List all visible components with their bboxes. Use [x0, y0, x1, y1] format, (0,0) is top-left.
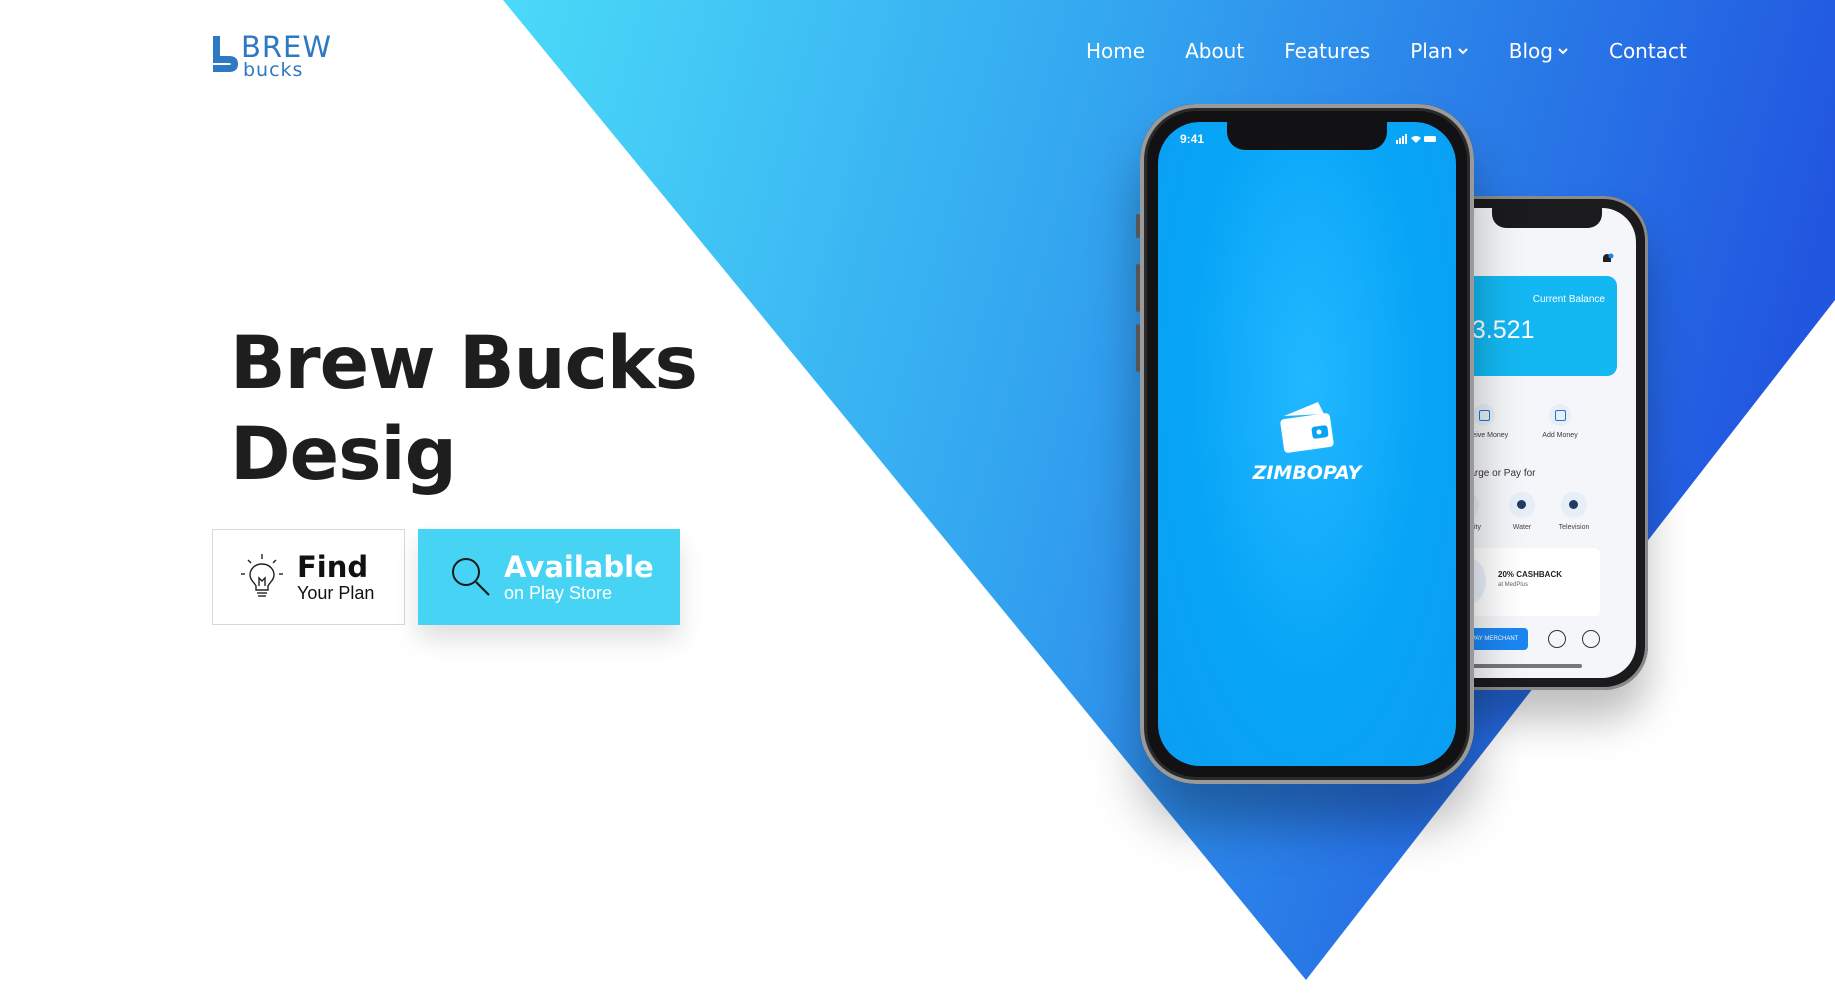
logo-mark-icon	[213, 36, 238, 72]
phone-mockup-front: 9:41 ZIMBOPAY	[1136, 104, 1474, 784]
search-icon	[452, 558, 490, 596]
nav-label: Plan	[1410, 39, 1453, 63]
bell-icon	[1603, 253, 1614, 262]
television-icon	[1561, 492, 1587, 518]
status-signal-icon	[1396, 134, 1436, 144]
nav-label: Contact	[1608, 39, 1687, 63]
hero-title-line2: Desig	[230, 412, 457, 497]
quick-action-label: Add Money	[1542, 432, 1578, 439]
brand-logo[interactable]: BREW bucks	[211, 30, 341, 81]
recharge-label: Television	[1558, 524, 1590, 531]
receive-money-icon	[1473, 404, 1495, 426]
phone-notch	[1492, 208, 1602, 228]
nav-item-about[interactable]: About	[1185, 39, 1244, 63]
nav-label: Blog	[1508, 39, 1553, 63]
nav-label: Home	[1086, 39, 1146, 63]
recharge-water: Water	[1497, 492, 1547, 531]
nav-item-features[interactable]: Features	[1284, 39, 1370, 63]
play-store-main: Available	[504, 550, 654, 584]
phone-side-button	[1136, 264, 1140, 312]
play-store-text: Available on Play Store	[504, 551, 654, 603]
recharge-label: Water	[1512, 524, 1532, 531]
add-money-icon	[1549, 404, 1571, 426]
home-indicator	[1462, 664, 1582, 668]
cashback-main: 20% CASHBACK	[1498, 570, 1563, 579]
account-icon	[1582, 630, 1600, 648]
phone-notch	[1227, 122, 1387, 150]
hero-title: Brew Bucks Desig	[230, 318, 790, 500]
phone-side-button	[1136, 214, 1140, 238]
status-time: 9:41	[1180, 132, 1205, 146]
play-store-sub: on Play Store	[504, 583, 613, 603]
recharge-television: Television	[1549, 492, 1599, 531]
play-store-button[interactable]: Available on Play Store	[418, 529, 680, 625]
nav-label: Features	[1284, 39, 1371, 63]
app-name: ZIMBOPAY	[1252, 462, 1362, 484]
logo-text-bucks: bucks	[243, 59, 304, 81]
chevron-down-icon	[1558, 48, 1568, 55]
find-plan-main: Find	[297, 550, 369, 584]
phone-side-button	[1136, 324, 1140, 372]
nav-item-blog[interactable]: Blog	[1509, 39, 1569, 63]
quick-action-add: Add Money	[1530, 404, 1590, 439]
cashback-sub: at MedPlus	[1498, 582, 1529, 588]
offers-icon	[1548, 630, 1566, 648]
main-nav: Home About Features Plan Blog Contact	[1086, 36, 1687, 66]
nav-item-plan[interactable]: Plan	[1410, 39, 1469, 63]
balance-label: Current Balance	[1532, 294, 1605, 305]
water-tap-icon	[1509, 492, 1535, 518]
nav-label: About	[1185, 39, 1245, 63]
find-plan-sub: Your Plan	[297, 583, 375, 603]
chevron-down-icon	[1458, 48, 1468, 55]
hero-title-line1: Brew Bucks	[230, 321, 698, 406]
phone-front-screen: 9:41 ZIMBOPAY	[1158, 122, 1456, 766]
wallet-icon	[1280, 402, 1334, 453]
lightbulb-icon	[241, 554, 283, 597]
nav-item-home[interactable]: Home	[1086, 39, 1145, 63]
find-plan-text: Find Your Plan	[297, 551, 374, 603]
nav-item-contact[interactable]: Contact	[1609, 39, 1687, 63]
find-plan-button[interactable]: Find Your Plan	[212, 529, 405, 625]
